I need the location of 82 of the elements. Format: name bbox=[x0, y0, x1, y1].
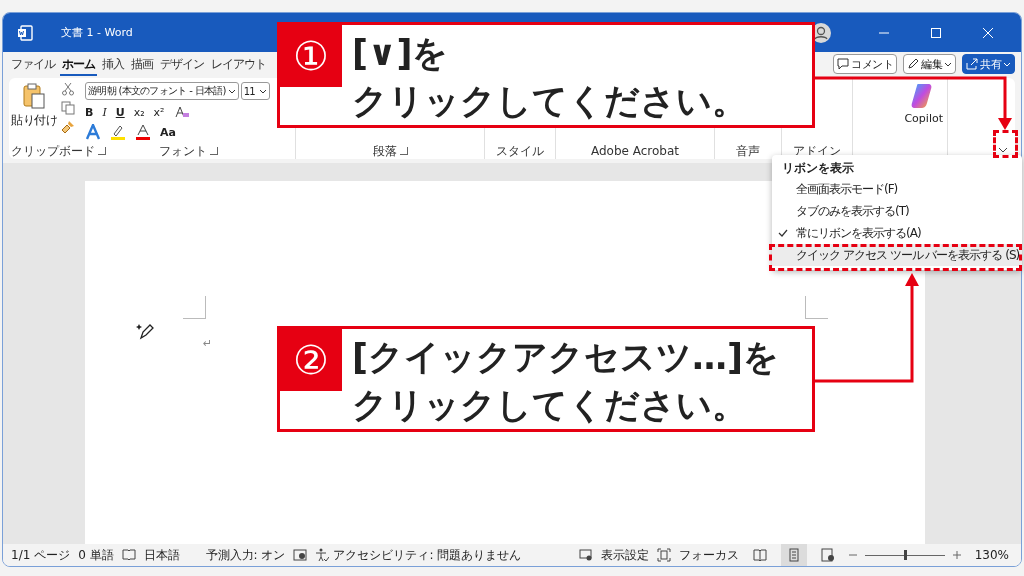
word-count[interactable]: 0 単語 bbox=[78, 546, 114, 564]
open-book-icon bbox=[752, 549, 767, 561]
document-icon bbox=[17, 24, 33, 41]
crop-mark bbox=[805, 296, 828, 319]
launcher-icon[interactable] bbox=[209, 147, 218, 155]
zoom-in-icon[interactable] bbox=[952, 551, 961, 559]
window-title: 文書 1 - Word bbox=[61, 25, 133, 40]
display-settings-icon[interactable] bbox=[578, 549, 593, 561]
group-label: 段落 bbox=[372, 142, 397, 160]
group-label: フォント bbox=[158, 142, 207, 160]
instruction-text: [クイックアクセスツ…]を bbox=[352, 336, 779, 379]
checkmark-icon bbox=[778, 229, 788, 237]
launcher-icon[interactable] bbox=[98, 147, 106, 155]
page-icon bbox=[786, 548, 801, 562]
instruction-text: クリックしてください。 bbox=[352, 384, 748, 427]
chevron-icon bbox=[259, 88, 267, 94]
zoom-thumb[interactable] bbox=[903, 549, 907, 560]
format-button[interactable]: B bbox=[85, 105, 94, 119]
web-page-icon bbox=[820, 548, 835, 562]
pencil-icon bbox=[907, 58, 919, 70]
text-effect-icon[interactable] bbox=[85, 124, 101, 140]
speech-bubble-icon bbox=[837, 58, 849, 70]
brush-icon[interactable] bbox=[61, 120, 75, 134]
ribbon-tab[interactable]: レイアウト bbox=[209, 52, 268, 76]
ribbon-tab[interactable]: デザイン bbox=[158, 52, 206, 76]
menu-item[interactable]: タブのみを表示する(T) bbox=[772, 200, 1022, 222]
font-name-field[interactable]: 游明朝 (本文のフォント - 日本語) bbox=[85, 82, 239, 100]
format-button[interactable]: x² bbox=[153, 105, 165, 119]
page-count[interactable]: 1/1 ページ bbox=[11, 546, 71, 564]
language-status[interactable]: 日本語 bbox=[143, 546, 180, 564]
ribbon-tab[interactable]: 描画 bbox=[129, 52, 155, 76]
share-button[interactable]: 共有 bbox=[962, 54, 1015, 74]
ribbon-tab[interactable]: 挿入 bbox=[100, 52, 126, 76]
menu-item[interactable]: 全画面表示モード(F) bbox=[772, 178, 1022, 200]
chevron-icon bbox=[227, 88, 236, 94]
format-button[interactable]: I bbox=[102, 105, 107, 119]
group-label: 音声 bbox=[736, 142, 760, 160]
clear-format-icon[interactable] bbox=[173, 104, 190, 120]
chevron-icon bbox=[1003, 61, 1011, 67]
paste-button[interactable]: 貼り付け bbox=[11, 82, 57, 143]
menu-item[interactable]: 常にリボンを表示する(A) bbox=[772, 222, 1022, 244]
crop-mark bbox=[183, 296, 206, 319]
focus-icon[interactable] bbox=[656, 548, 671, 562]
share-icon bbox=[966, 58, 978, 70]
cut-icon[interactable] bbox=[61, 82, 75, 96]
menu-title: リボンを表示 bbox=[781, 160, 855, 177]
group-label: クリップボード bbox=[11, 142, 95, 160]
accessibility-icon[interactable] bbox=[315, 548, 330, 562]
font-size-field[interactable]: 11 bbox=[240, 82, 270, 100]
book-icon[interactable] bbox=[121, 549, 136, 561]
instruction-text: [∨]を bbox=[352, 32, 450, 75]
paragraph-mark: ↵ bbox=[203, 337, 213, 350]
prediction-status[interactable]: 予測入力: オン bbox=[205, 546, 286, 564]
copilot-button[interactable]: Copilot bbox=[904, 80, 943, 125]
font-color-icon[interactable] bbox=[135, 124, 151, 140]
accessibility-status[interactable]: アクセシビリティ: 問題ありません bbox=[333, 546, 522, 564]
group-label: スタイル bbox=[496, 142, 544, 160]
ribbon-tab[interactable]: ホーム bbox=[60, 52, 97, 76]
step-number: ① bbox=[280, 25, 342, 87]
chevron-icon bbox=[944, 61, 952, 67]
change-case-button[interactable]: Aa bbox=[160, 125, 176, 139]
focus-button[interactable]: フォーカス bbox=[678, 546, 739, 564]
macro-icon[interactable] bbox=[293, 549, 308, 561]
comment-button[interactable]: コメント bbox=[833, 54, 897, 74]
format-button[interactable]: x₂ bbox=[133, 105, 145, 119]
print-view-button[interactable] bbox=[780, 544, 807, 566]
copy-icon[interactable] bbox=[61, 101, 75, 115]
instruction-text: クリックしてください。 bbox=[352, 80, 747, 123]
close-icon[interactable] bbox=[983, 27, 993, 38]
clipboard-icon bbox=[22, 82, 46, 110]
step-number: ② bbox=[280, 329, 342, 391]
highlighter-icon[interactable] bbox=[110, 124, 126, 140]
launcher-icon[interactable] bbox=[399, 147, 408, 155]
group-label: Adobe Acrobat bbox=[590, 144, 680, 158]
maximize-icon[interactable] bbox=[931, 27, 941, 38]
ribbon-tab[interactable]: ファイル bbox=[9, 52, 57, 76]
highlight-frame bbox=[993, 130, 1018, 158]
format-button[interactable]: U bbox=[115, 105, 125, 119]
ribbon-options-icon[interactable] bbox=[998, 147, 1008, 153]
edit-button[interactable]: 編集 bbox=[903, 54, 956, 74]
zoom-level[interactable]: 130% bbox=[974, 548, 1009, 562]
display-settings-button[interactable]: 表示設定 bbox=[600, 546, 649, 564]
